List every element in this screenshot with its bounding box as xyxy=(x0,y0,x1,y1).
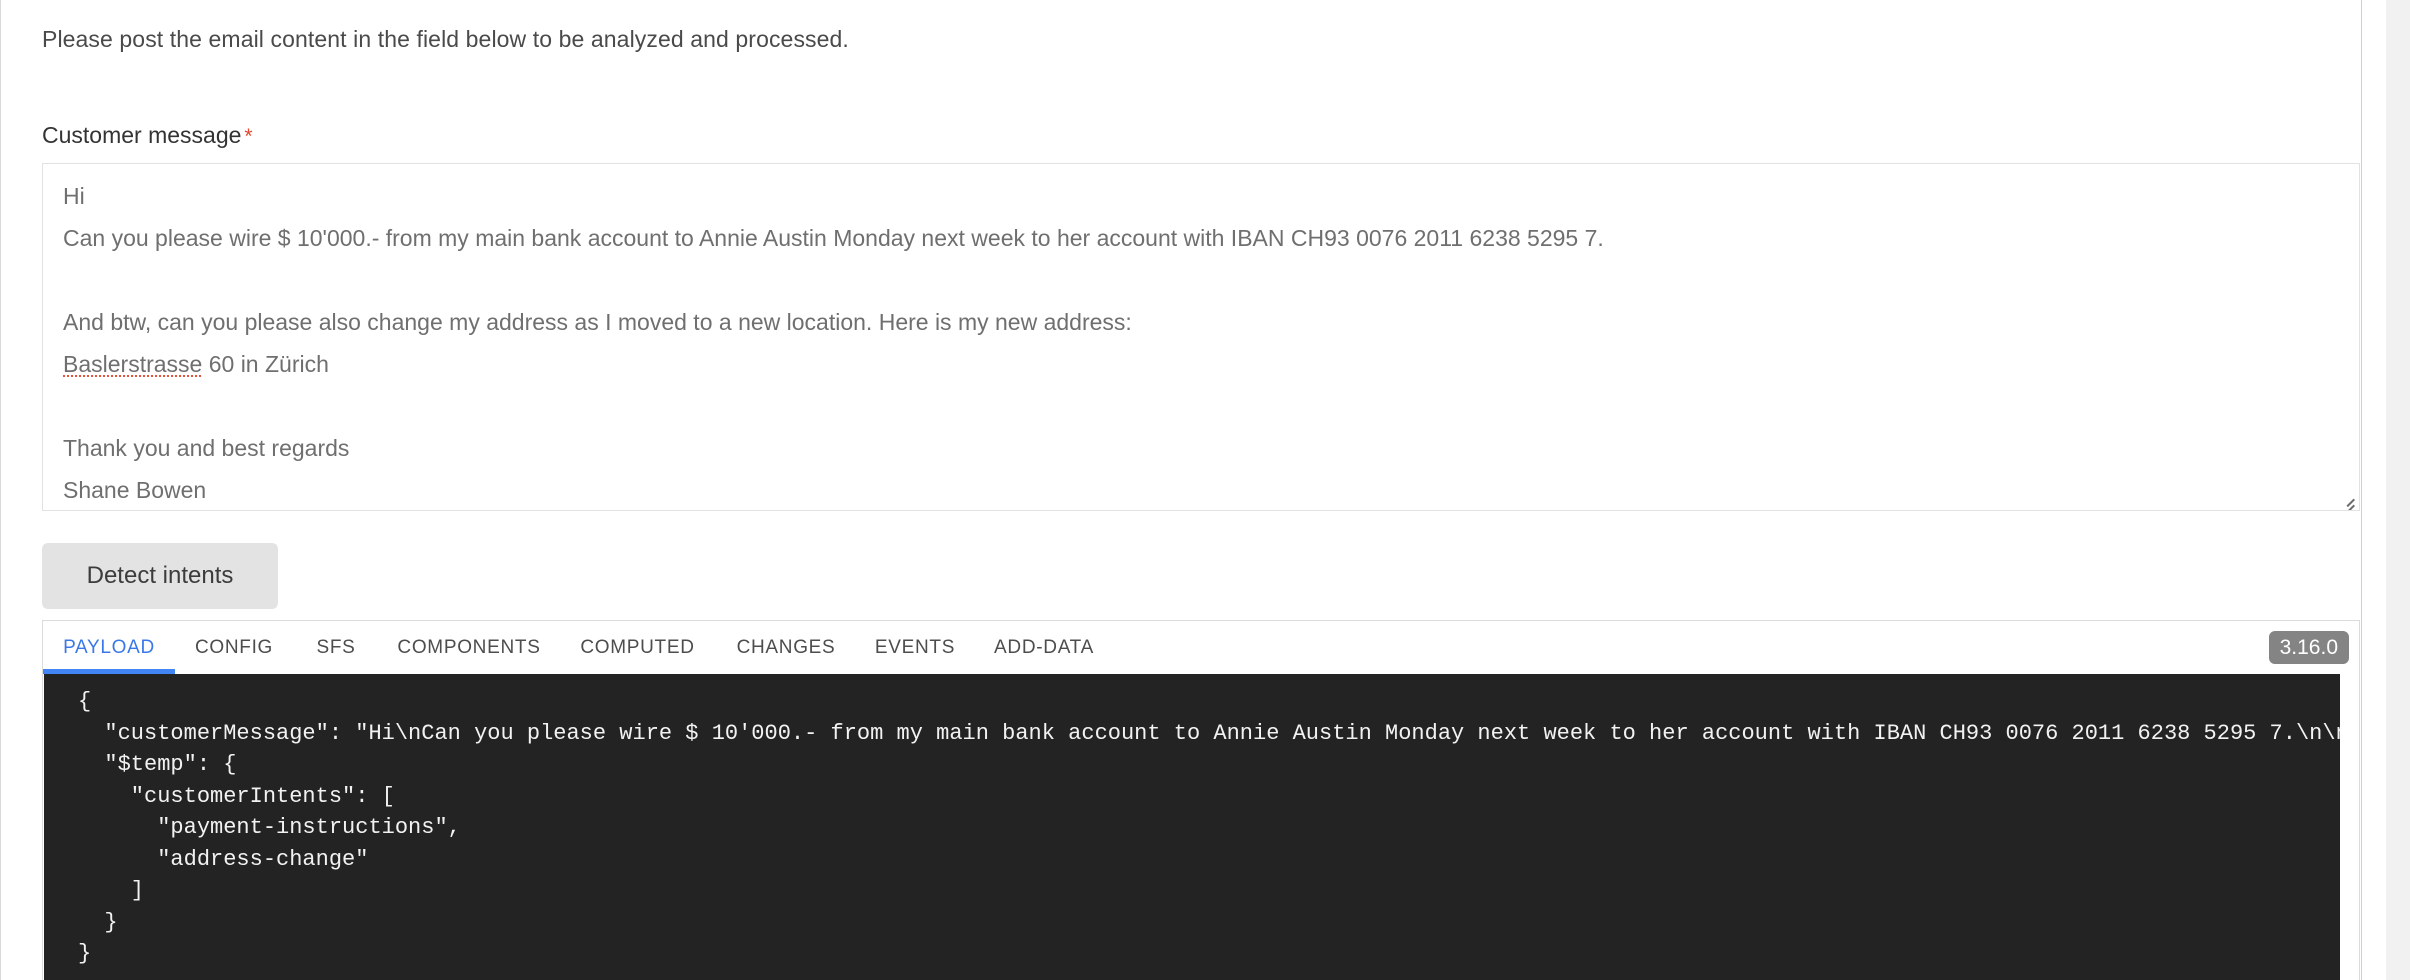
tab-computed[interactable]: COMPUTED xyxy=(559,621,716,674)
payload-json-line: "payment-instructions", xyxy=(78,815,461,840)
main-content: Please post the email content in the fie… xyxy=(42,0,2362,980)
message-line: Shane Bowen xyxy=(63,477,207,503)
tab-label: PAYLOAD xyxy=(63,637,155,658)
payload-json-line: } xyxy=(78,909,118,935)
message-line: And btw, can you please also change my a… xyxy=(63,309,1132,335)
tab-payload[interactable]: PAYLOAD xyxy=(43,621,175,674)
tab-events[interactable]: EVENTS xyxy=(856,621,974,674)
customer-message-label: Customer message * xyxy=(42,122,253,149)
tab-config[interactable]: CONFIG xyxy=(175,621,293,674)
message-line: Thank you and best regards xyxy=(63,435,350,461)
payload-json-line: ] xyxy=(78,878,145,903)
payload-json-line: "address-change" xyxy=(78,846,369,872)
message-line: Hi xyxy=(63,183,85,209)
devtools-tabbar: PAYLOAD CONFIG SFS COMPONENTS COMPUTED CHANGE… xyxy=(43,621,2359,674)
payload-json-line: "customerIntents": [ xyxy=(78,783,395,809)
textarea-resize-handle[interactable] xyxy=(2335,486,2357,510)
payload-json-line: "customerMessage": "Hi\nCan you please w… xyxy=(78,720,2340,746)
page-frame: Please post the email content in the fie… xyxy=(0,0,2410,980)
tab-label: CONFIG xyxy=(194,637,274,658)
tab-label: EVENTS xyxy=(874,637,956,658)
page-scrollbar[interactable] xyxy=(2386,0,2410,980)
tab-add-data[interactable]: ADD-DATA xyxy=(974,621,1114,674)
tab-sfs[interactable]: SFS xyxy=(293,621,379,674)
tab-label: COMPUTED xyxy=(580,637,695,658)
detect-intents-button[interactable]: Detect intents xyxy=(42,543,278,609)
intro-instruction-text: Please post the email content in the fie… xyxy=(42,26,849,52)
customer-message-value[interactable]: Hi Can you please wire $ 10'000.- from my… xyxy=(63,175,2353,510)
payload-json-gutter xyxy=(2340,674,2359,980)
tab-label: SFS xyxy=(316,637,356,658)
page-left-rule xyxy=(0,0,1,980)
payload-json-line: { xyxy=(78,689,92,714)
customer-message-textarea[interactable]: Hi Can you please wire $ 10'000.- from my… xyxy=(42,163,2360,511)
version-badge: 3.16.0 xyxy=(2268,631,2349,664)
payload-json-viewer[interactable]: { "customerMessage": "Hi\nCan you please… xyxy=(44,674,2340,980)
message-line xyxy=(63,385,2353,427)
tab-label: CHANGES xyxy=(736,637,836,658)
spellcheck-error: Baslerstrasse xyxy=(63,351,203,377)
required-asterisk: * xyxy=(244,125,253,148)
tab-components[interactable]: COMPONENTS xyxy=(379,621,559,674)
tab-label: COMPONENTS xyxy=(397,637,541,658)
message-line: Can you please wire $ 10'000.- from my m… xyxy=(63,225,1604,251)
message-line: Baslerstrasse 60 in Zürich xyxy=(63,351,329,377)
tab-label: ADD-DATA xyxy=(994,637,1094,658)
payload-json-line: "$temp": { xyxy=(78,752,237,777)
tab-changes[interactable]: CHANGES xyxy=(716,621,856,674)
payload-json-line: } xyxy=(78,941,92,966)
message-line xyxy=(63,259,2353,301)
devtools-panel: PAYLOAD CONFIG SFS COMPONENTS COMPUTED CHANGE… xyxy=(42,620,2360,980)
customer-message-label-text: Customer message xyxy=(42,122,242,148)
